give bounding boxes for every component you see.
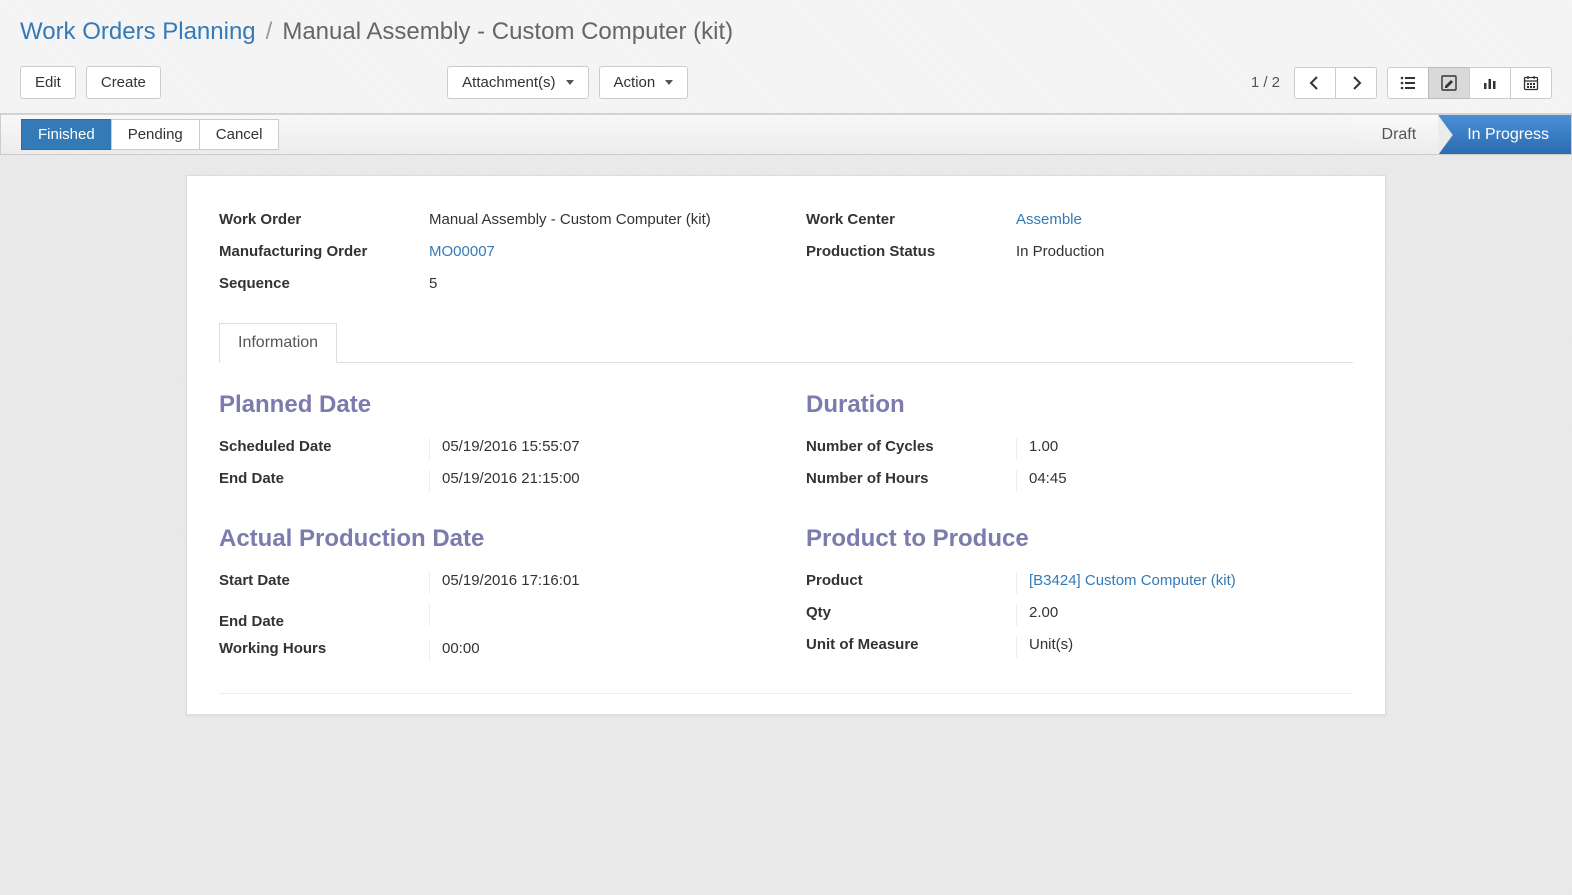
pager-prev-button[interactable] — [1294, 67, 1336, 99]
value-actual-start-date: 05/19/2016 17:16:01 — [429, 572, 580, 594]
value-scheduled-date: 05/19/2016 15:55:07 — [429, 438, 580, 460]
link-manufacturing-order[interactable]: MO00007 — [429, 243, 495, 260]
link-work-center[interactable]: Assemble — [1016, 211, 1082, 228]
label-work-center: Work Center — [806, 211, 1016, 228]
label-uom: Unit of Measure — [806, 636, 1016, 653]
chevron-left-icon — [1307, 75, 1323, 91]
view-list-button[interactable] — [1387, 67, 1429, 99]
attachments-label: Attachment(s) — [462, 74, 555, 91]
value-planned-end-date: 05/19/2016 21:15:00 — [429, 470, 580, 492]
chevron-right-icon — [1348, 75, 1364, 91]
caret-down-icon — [665, 80, 673, 85]
edit-icon — [1441, 75, 1457, 91]
tab-information[interactable]: Information — [219, 323, 337, 363]
section-planned-date: Planned Date — [219, 391, 766, 419]
separator — [219, 693, 1353, 694]
breadcrumb-current: Manual Assembly - Custom Computer (kit) — [282, 18, 733, 46]
bar-chart-icon — [1482, 75, 1498, 91]
label-work-order: Work Order — [219, 211, 429, 228]
pager-next-button[interactable] — [1335, 67, 1377, 99]
status-bar: Finished Pending Cancel Draft In Progres… — [0, 114, 1572, 155]
value-number-of-cycles: 1.00 — [1016, 438, 1058, 460]
value-qty: 2.00 — [1016, 604, 1058, 626]
label-product: Product — [806, 572, 1016, 589]
value-sequence: 5 — [429, 275, 437, 297]
finished-button[interactable]: Finished — [21, 119, 112, 150]
cancel-button[interactable]: Cancel — [199, 119, 280, 150]
caret-down-icon — [566, 80, 574, 85]
view-form-button[interactable] — [1428, 67, 1470, 99]
breadcrumb: Work Orders Planning / Manual Assembly -… — [20, 0, 1552, 66]
label-number-of-cycles: Number of Cycles — [806, 438, 1016, 455]
section-actual-production-date: Actual Production Date — [219, 525, 766, 553]
pending-button[interactable]: Pending — [111, 119, 200, 150]
label-scheduled-date: Scheduled Date — [219, 438, 429, 455]
state-draft[interactable]: Draft — [1354, 115, 1439, 154]
breadcrumb-separator: / — [266, 18, 273, 46]
state-in-progress[interactable]: In Progress — [1438, 115, 1571, 154]
label-actual-end-date: End Date — [219, 613, 429, 630]
label-actual-start-date: Start Date — [219, 572, 429, 589]
section-duration: Duration — [806, 391, 1353, 419]
pager-text: 1 / 2 — [1251, 74, 1280, 91]
breadcrumb-root[interactable]: Work Orders Planning — [20, 18, 256, 46]
label-number-of-hours: Number of Hours — [806, 470, 1016, 487]
section-product-to-produce: Product to Produce — [806, 525, 1353, 553]
value-actual-end-date — [429, 604, 442, 626]
action-label: Action — [614, 74, 656, 91]
label-production-status: Production Status — [806, 243, 1016, 260]
link-product[interactable]: [B3424] Custom Computer (kit) — [1029, 572, 1236, 589]
value-uom: Unit(s) — [1016, 636, 1073, 658]
value-working-hours: 00:00 — [429, 640, 480, 662]
list-icon — [1400, 75, 1416, 91]
label-qty: Qty — [806, 604, 1016, 621]
view-graph-button[interactable] — [1469, 67, 1511, 99]
form-sheet: Work Order Manual Assembly - Custom Comp… — [186, 175, 1386, 715]
attachments-dropdown[interactable]: Attachment(s) — [447, 66, 588, 99]
view-calendar-button[interactable] — [1510, 67, 1552, 99]
value-work-order: Manual Assembly - Custom Computer (kit) — [429, 211, 711, 233]
toolbar: Edit Create Attachment(s) Action 1 / 2 — [20, 66, 1552, 99]
label-manufacturing-order: Manufacturing Order — [219, 243, 429, 260]
value-number-of-hours: 04:45 — [1016, 470, 1067, 492]
calendar-icon — [1523, 75, 1539, 91]
action-dropdown[interactable]: Action — [599, 66, 689, 99]
value-production-status: In Production — [1016, 243, 1104, 265]
label-planned-end-date: End Date — [219, 470, 429, 487]
create-button[interactable]: Create — [86, 66, 161, 99]
view-switcher — [1387, 67, 1552, 99]
edit-button[interactable]: Edit — [20, 66, 76, 99]
label-working-hours: Working Hours — [219, 640, 429, 657]
label-sequence: Sequence — [219, 275, 429, 292]
tab-bar: Information — [219, 322, 1353, 363]
pager-buttons — [1294, 67, 1377, 99]
